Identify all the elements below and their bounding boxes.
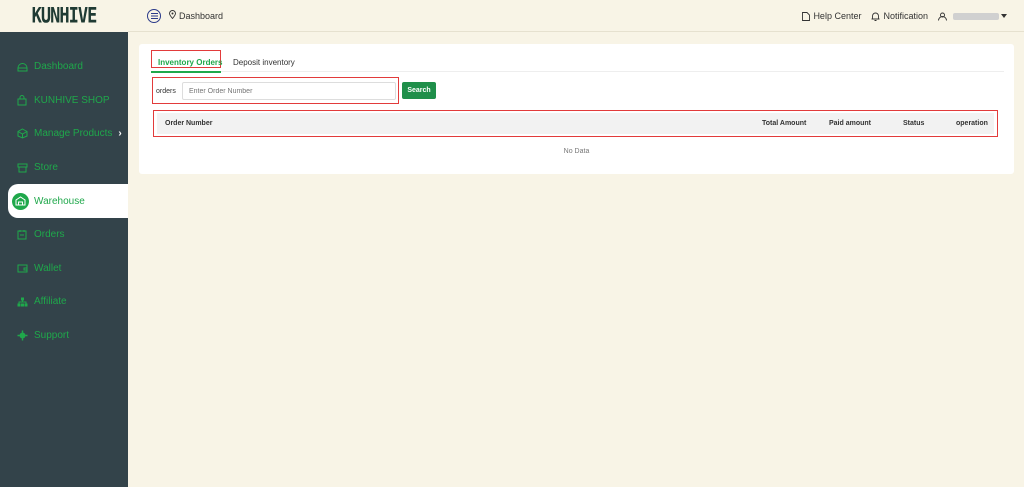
order-number-input[interactable] [182, 82, 396, 100]
sidebar-item-label: Warehouse [34, 195, 85, 207]
warehouse-icon [12, 192, 29, 210]
notification-link[interactable]: Notification [871, 11, 928, 21]
support-icon [16, 330, 28, 342]
user-icon [938, 12, 947, 21]
table-header: Order Number Total Amount Paid amount St… [157, 113, 994, 134]
menu-toggle-button[interactable] [147, 8, 161, 23]
breadcrumb[interactable]: Dashboard [169, 10, 223, 21]
notification-label: Notification [883, 11, 928, 21]
sidebar-item-label: Dashboard [34, 61, 83, 73]
box-icon [16, 128, 28, 140]
location-pin-icon [169, 10, 176, 21]
tab-deposit-inventory[interactable]: Deposit inventory [233, 58, 295, 67]
sidebar-item-support[interactable]: Support [0, 319, 128, 353]
sidebar-item-label: Manage Products [34, 128, 113, 140]
sidebar: KUNHIVE Dashboard KUNHIVE SHOP Manage Pr… [0, 0, 128, 487]
empty-state: No Data [563, 148, 590, 155]
inventory-card: Inventory Orders Deposit inventory order… [139, 44, 1014, 174]
sidebar-item-dashboard[interactable]: Dashboard [0, 50, 128, 84]
col-paid-amount: Paid amount [829, 120, 872, 127]
sidebar-item-warehouse[interactable]: Warehouse [8, 184, 128, 218]
sidebar-item-label: Support [34, 330, 70, 342]
sidebar-item-wallet[interactable]: Wallet [0, 252, 128, 286]
tab-active-indicator [151, 71, 221, 73]
sidebar-item-label: Store [34, 162, 58, 174]
store-icon [16, 162, 28, 174]
search-button[interactable]: Search [402, 82, 436, 99]
orders-icon [16, 229, 28, 241]
hamburger-icon [150, 12, 158, 19]
username-redacted [953, 12, 999, 20]
col-total-amount: Total Amount [762, 120, 807, 127]
search-group: orders [152, 77, 399, 104]
logo-text: KUNHIVE [31, 3, 98, 29]
sidebar-item-label: KUNHIVE SHOP [34, 94, 110, 106]
orders-table: Order Number Total Amount Paid amount St… [153, 110, 998, 137]
user-menu[interactable] [938, 12, 1010, 21]
wallet-icon [16, 262, 28, 274]
affiliate-icon [16, 296, 28, 308]
logo[interactable]: KUNHIVE [0, 0, 128, 32]
sidebar-item-label: Affiliate [34, 296, 67, 308]
sidebar-item-orders[interactable]: Orders [0, 218, 128, 252]
sidebar-item-store[interactable]: Store [0, 151, 128, 185]
col-operation: operation [956, 120, 988, 127]
sidebar-item-affiliate[interactable]: Affiliate [0, 285, 128, 319]
tabs: Inventory Orders Deposit inventory [151, 50, 1004, 73]
help-center-link[interactable]: Help Center [802, 11, 861, 21]
sidebar-item-label: Wallet [34, 262, 62, 274]
tab-inventory-orders[interactable]: Inventory Orders [158, 58, 222, 67]
search-label: orders [156, 88, 176, 95]
col-status: Status [903, 120, 925, 127]
dashboard-icon [16, 61, 28, 73]
sidebar-item-manage-products[interactable]: Manage Products › [0, 117, 128, 151]
document-icon [802, 11, 811, 21]
caret-down-icon [1001, 14, 1007, 18]
topbar-actions: Help Center Notification [792, 0, 1010, 32]
chevron-right-icon: › [118, 128, 122, 140]
breadcrumb-label: Dashboard [179, 10, 224, 21]
sidebar-item-label: Orders [34, 229, 65, 241]
sidebar-nav: Dashboard KUNHIVE SHOP Manage Products ›… [0, 50, 128, 352]
topbar: Dashboard Help Center Notification [128, 0, 1024, 32]
sidebar-item-kunhive-shop[interactable]: KUNHIVE SHOP [0, 84, 128, 118]
bell-icon [871, 12, 880, 21]
col-order-number: Order Number [165, 120, 213, 127]
shop-icon [16, 94, 28, 106]
help-center-label: Help Center [813, 11, 862, 21]
